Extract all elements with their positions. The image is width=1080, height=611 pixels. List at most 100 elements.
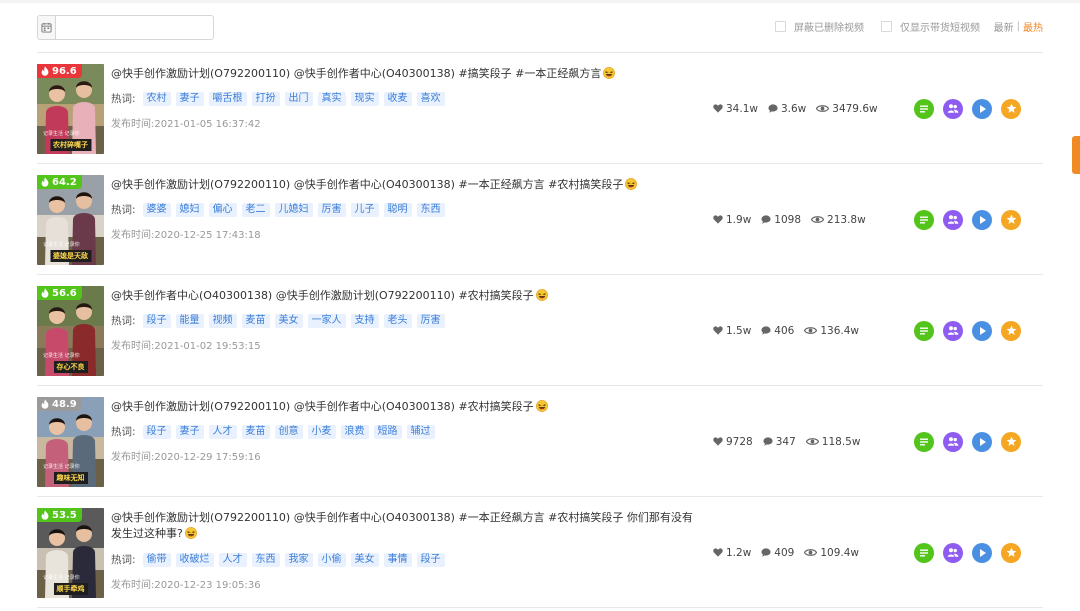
fans-icon[interactable] [943,431,963,452]
keyword-tag[interactable]: 偷带 [142,552,171,567]
favorite-star-icon[interactable] [1001,209,1021,230]
fans-icon[interactable] [943,98,963,119]
keyword-tag[interactable]: 创意 [274,424,303,439]
keyword-tag[interactable]: 厉害 [317,202,346,217]
keyword-tag[interactable]: 事情 [383,552,412,567]
keyword-tag[interactable]: 农村 [142,91,171,106]
video-title[interactable]: @快手创作激励计划(O792200110) @快手创作者中心(O40300138… [111,399,701,415]
keyword-tag[interactable]: 能量 [175,313,204,328]
keyword-tag[interactable]: 婆婆 [142,202,171,217]
side-float-tab[interactable] [1072,136,1080,174]
comments-stat: 406 [761,325,794,337]
video-row[interactable]: 记录生活 记录你 趣味无知 48.9 @快手创作激励计划(O792200110) @快… [37,386,1043,497]
video-thumbnail[interactable]: 记录生活 记录你 趣味无知 48.9 [37,397,104,487]
publish-time-label: 发布时间: [111,230,155,241]
sort-hottest[interactable]: 最热 [1023,19,1043,34]
video-row[interactable]: 记录生活 记录你 农村碎嘴子 96.6 @快手创作激励计划(O792200110) @… [37,53,1043,164]
keyword-tag[interactable]: 人才 [218,552,247,567]
video-thumbnail[interactable]: 记录生活 记录你 顺手牵鸡 53.5 [37,508,104,598]
keyword-list: 热词: 段子 妻子 人才 麦苗 创意 小麦 浪费 短路 辅过 [111,424,435,439]
keyword-tag[interactable]: 美女 [350,552,379,567]
keyword-tag[interactable]: 真实 [317,91,346,106]
detail-list-icon[interactable] [914,320,934,341]
detail-list-icon[interactable] [914,98,934,119]
keyword-tag[interactable]: 东西 [251,552,280,567]
keyword-tag[interactable]: 出门 [284,91,313,106]
keyword-tag[interactable]: 老二 [241,202,270,217]
video-row[interactable]: 记录生活 记录你 顺手牵鸡 53.5 @快手创作激励计划(O792200110) @快… [37,497,1043,608]
play-icon[interactable] [972,431,992,452]
keyword-tag[interactable]: 段子 [142,424,171,439]
fans-icon[interactable] [943,209,963,230]
keyword-tag[interactable]: 麦苗 [241,424,270,439]
video-title[interactable]: @快手创作激励计划(O792200110) @快手创作者中心(O40300138… [111,177,701,193]
video-thumbnail[interactable]: 记录生活 记录你 农村碎嘴子 96.6 [37,64,104,154]
filter-hide-deleted[interactable]: 屏蔽已删除视频 [775,19,864,34]
video-row[interactable]: 记录生活 记录你 存心不良 56.6 @快手创作者中心(O40300138) @快手创… [37,275,1043,386]
favorite-star-icon[interactable] [1001,431,1021,452]
video-title[interactable]: @快手创作激励计划(O792200110) @快手创作者中心(O40300138… [111,510,701,542]
keyword-tag[interactable]: 浪费 [340,424,369,439]
keyword-tag[interactable]: 现实 [350,91,379,106]
keyword-tag[interactable]: 东西 [416,202,445,217]
play-icon[interactable] [972,98,992,119]
date-picker[interactable] [37,15,214,40]
video-title[interactable]: @快手创作者中心(O40300138) @快手创作激励计划(O792200110… [111,288,701,304]
detail-list-icon[interactable] [914,431,934,452]
checkbox-goods-only[interactable] [881,21,892,32]
keyword-tag[interactable]: 支持 [350,313,379,328]
video-thumbnail[interactable]: 记录生活 记录你 婆媳是天敌 64.2 [37,175,104,265]
publish-time: 发布时间:2020-12-29 17:59:16 [111,448,261,463]
keyword-tag[interactable]: 小偷 [317,552,346,567]
keyword-tag[interactable]: 人才 [208,424,237,439]
video-thumbnail[interactable]: 记录生活 记录你 存心不良 56.6 [37,286,104,376]
keyword-tag[interactable]: 喜欢 [416,91,445,106]
keyword-tag[interactable]: 段子 [142,313,171,328]
video-row[interactable]: 记录生活 记录你 婆媳是天敌 64.2 @快手创作激励计划(O792200110) @… [37,164,1043,275]
keyword-tag[interactable]: 媳妇 [175,202,204,217]
keyword-tag[interactable]: 视频 [208,313,237,328]
date-input[interactable] [56,16,213,39]
keyword-tag[interactable]: 一家人 [307,313,346,328]
filter-hide-deleted-label: 屏蔽已删除视频 [794,23,864,34]
keyword-tag[interactable]: 短路 [373,424,402,439]
favorite-star-icon[interactable] [1001,542,1021,563]
favorite-star-icon[interactable] [1001,320,1021,341]
sort-newest[interactable]: 最新 [994,19,1014,34]
play-icon[interactable] [972,209,992,230]
keyword-tag[interactable]: 麦苗 [241,313,270,328]
play-icon[interactable] [972,542,992,563]
video-title[interactable]: @快手创作激励计划(O792200110) @快手创作者中心(O40300138… [111,66,701,82]
keyword-tag[interactable]: 收麦 [383,91,412,106]
detail-list-icon[interactable] [914,542,934,563]
keyword-tag[interactable]: 嚼舌根 [208,91,247,106]
keyword-tag[interactable]: 打扮 [251,91,280,106]
keyword-tag[interactable]: 小麦 [307,424,336,439]
comment-bubble-icon [763,437,773,446]
publish-time: 发布时间:2020-12-25 17:43:18 [111,226,261,241]
fans-icon[interactable] [943,542,963,563]
keyword-tag[interactable]: 美女 [274,313,303,328]
keyword-tag[interactable]: 妻子 [175,424,204,439]
play-icon[interactable] [972,320,992,341]
keyword-tag[interactable]: 妻子 [175,91,204,106]
checkbox-hide-deleted[interactable] [775,21,786,32]
views-stat: 136.4w [804,325,859,337]
fans-icon[interactable] [943,320,963,341]
keyword-tag[interactable]: 辅过 [406,424,435,439]
keyword-tag[interactable]: 儿媳妇 [274,202,313,217]
comments-count: 347 [775,435,796,448]
favorite-star-icon[interactable] [1001,98,1021,119]
keyword-tag[interactable]: 偏心 [208,202,237,217]
calendar-icon[interactable] [38,16,56,39]
detail-list-icon[interactable] [914,209,934,230]
keyword-tag[interactable]: 聪明 [383,202,412,217]
filter-goods-only[interactable]: 仅显示带货短视频 [881,19,980,34]
publish-time-value: 2021-01-05 16:37:42 [154,119,261,130]
keyword-tag[interactable]: 我家 [284,552,313,567]
keyword-tag[interactable]: 儿子 [350,202,379,217]
keyword-tag[interactable]: 收破烂 [175,552,214,567]
keyword-tag[interactable]: 老头 [383,313,412,328]
keyword-tag[interactable]: 厉害 [416,313,445,328]
keyword-tag[interactable]: 段子 [416,552,445,567]
